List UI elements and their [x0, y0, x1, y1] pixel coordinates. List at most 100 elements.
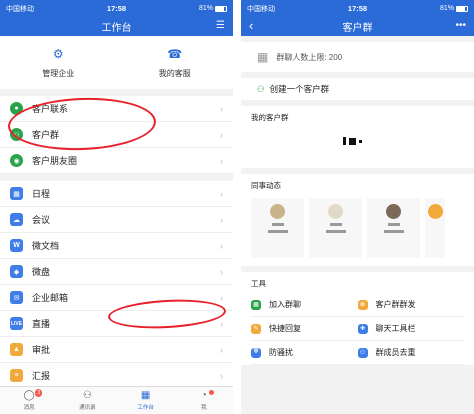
- colleague-moments-section: 同事动态: [241, 174, 474, 266]
- tab-contacts[interactable]: ⚇ 通讯录: [58, 387, 116, 414]
- create-group-button[interactable]: ⚇ 创建一个客户群: [241, 78, 474, 100]
- tools-section: 工具 ▦ 加入群聊 ⊚ 客户群群发 ✎ 快捷回复 ✚ 聊天工具栏 ⛨ 防骚扰 ⚇ 群成员去重: [241, 272, 474, 365]
- tab-workbench[interactable]: ▦ 工作台: [117, 387, 175, 414]
- section-title: 同事动态: [251, 181, 281, 190]
- page-title: 客户群: [342, 23, 373, 34]
- moment-card[interactable]: [251, 198, 304, 258]
- notification-dot: [209, 390, 214, 395]
- tile-label: 我的客服: [158, 68, 191, 78]
- chevron-right-icon: ›: [220, 370, 223, 381]
- message-icon: ◯: [23, 390, 35, 401]
- approve-icon: ▲: [10, 343, 23, 356]
- chevron-right-icon: ›: [220, 103, 223, 114]
- tab-bar: ◯ 消息 3 ⚇ 通讯录 ▦ 工作台 ◔ 我: [0, 386, 233, 414]
- tab-label: 消息: [23, 405, 35, 411]
- chevron-right-icon: ›: [220, 318, 223, 329]
- tab-messages[interactable]: ◯ 消息 3: [0, 387, 58, 414]
- headset-icon: ☎: [167, 46, 183, 61]
- person-icon: ◔: [200, 390, 207, 401]
- tool-quick-reply[interactable]: ✎ 快捷回复: [251, 317, 358, 341]
- list-item-label: 会议: [32, 215, 51, 225]
- create-group-label: 创建一个客户群: [269, 84, 330, 94]
- aperture-icon: ◉: [10, 154, 23, 167]
- avatar: [427, 204, 443, 219]
- list-item-meeting[interactable]: ☁ 会议 ›: [0, 207, 233, 233]
- chevron-right-icon: ›: [220, 129, 223, 140]
- list-item-label: 汇报: [32, 371, 51, 381]
- avatar: [386, 204, 401, 219]
- list-item-label: 日程: [32, 189, 51, 199]
- qr-icon: ▦: [251, 299, 261, 310]
- shield-icon: ⛨: [251, 347, 261, 358]
- contacts-icon: ⚇: [82, 390, 92, 401]
- tool-label: 聊天工具栏: [375, 324, 416, 333]
- tool-label: 快捷回复: [269, 324, 301, 333]
- group-limit-row: ▦ 群聊人数上限: 200: [241, 42, 474, 72]
- quick-reply-icon: ✎: [251, 323, 261, 334]
- my-groups-section: 我的客户群: [241, 106, 474, 168]
- list-item-disk[interactable]: ◆ 微盘 ›: [0, 259, 233, 285]
- status-bar: 中国移动 17:58 81%: [241, 0, 474, 17]
- tool-label: 群成员去重: [375, 348, 416, 357]
- add-person-icon: ⚇: [257, 83, 265, 94]
- list-item-label: 客户朋友圈: [32, 156, 78, 166]
- chevron-right-icon: ›: [220, 344, 223, 355]
- live-icon: LIVE: [10, 317, 23, 330]
- cloud-icon: ☁: [10, 213, 23, 226]
- avatar: [270, 204, 285, 219]
- time-label: 17:58: [347, 4, 368, 13]
- grid-icon: ▦: [140, 390, 151, 401]
- page-title: 工作台: [101, 23, 132, 34]
- apps-list: ▦ 日程 › ☁ 会议 › W 微文档 › ◆ 微盘 › ✉ 企业邮箱 › LIVE 直播 › ▲ 审批 ›…: [0, 181, 233, 389]
- customer-group-screen: 中国移动 17:58 81% ‹ 客户群 ••• ▦ 群聊人数上限: 200 ⚇…: [241, 0, 474, 414]
- chevron-right-icon: ›: [220, 292, 223, 303]
- my-service-tile[interactable]: ☎ 我的客服: [117, 36, 234, 89]
- status-bar: 中国移动 17:58 81%: [0, 0, 233, 17]
- tool-join-group[interactable]: ▦ 加入群聊: [251, 293, 358, 317]
- chevron-right-icon: ›: [220, 266, 223, 277]
- top-tiles: ⚙ 管理企业 ☎ 我的客服: [0, 36, 233, 89]
- manage-company-tile[interactable]: ⚙ 管理企业: [0, 36, 117, 89]
- blurred-group-entry[interactable]: [343, 137, 464, 145]
- tool-chat-toolbar[interactable]: ✚ 聊天工具栏: [357, 317, 464, 341]
- grid-icon: ▦: [257, 50, 269, 64]
- tool-label: 客户群群发: [375, 300, 416, 309]
- moment-card[interactable]: [425, 198, 445, 258]
- disk-icon: ◆: [10, 265, 23, 278]
- moment-card[interactable]: [309, 198, 362, 258]
- tool-group-broadcast[interactable]: ⊚ 客户群群发: [357, 293, 464, 317]
- time-label: 17:58: [106, 4, 127, 13]
- calendar-icon: ▦: [10, 187, 23, 200]
- list-item-calendar[interactable]: ▦ 日程 ›: [0, 181, 233, 207]
- list-item-docs[interactable]: W 微文档 ›: [0, 233, 233, 259]
- chevron-right-icon: ›: [220, 188, 223, 199]
- chevron-right-icon: ›: [220, 155, 223, 166]
- back-icon[interactable]: ‹: [249, 18, 253, 33]
- section-title: 工具: [251, 279, 266, 288]
- moment-card[interactable]: [367, 198, 420, 258]
- tab-label: 通讯录: [79, 405, 96, 411]
- doc-icon: W: [10, 239, 23, 252]
- list-item-label: 审批: [32, 345, 51, 355]
- section-title: 我的客户群: [251, 113, 289, 122]
- tool-label: 加入群聊: [269, 300, 301, 309]
- tool-anti-harass[interactable]: ⛨ 防骚扰: [251, 341, 358, 365]
- list-item-approval[interactable]: ▲ 审批 ›: [0, 337, 233, 363]
- list-item-customer-moments[interactable]: ◉ 客户朋友圈 ›: [0, 148, 233, 174]
- battery-icon: [456, 5, 468, 12]
- mail-icon: ✉: [10, 291, 23, 304]
- chevron-right-icon: ›: [220, 240, 223, 251]
- broadcast-icon: ⊚: [357, 299, 368, 310]
- sliders-icon: ⚙: [52, 46, 64, 61]
- settings-sliders-icon[interactable]: ☰: [216, 20, 225, 31]
- tool-label: 防骚扰: [269, 348, 293, 357]
- unread-badge: 3: [35, 389, 43, 397]
- tool-dedupe-members[interactable]: ⚇ 群成员去重: [357, 341, 464, 365]
- list-item-label: 微文档: [32, 241, 60, 251]
- dedupe-icon: ⚇: [357, 347, 368, 358]
- workbench-screen: 中国移动 17:58 81% 工作台 ☰ ⚙ 管理企业 ☎ 我的客服 ● 客户联…: [0, 0, 233, 414]
- limit-text: 群聊人数上限: 200: [276, 52, 343, 62]
- more-icon[interactable]: •••: [455, 20, 466, 31]
- avatar: [328, 204, 343, 219]
- tab-me[interactable]: ◔ 我: [175, 387, 233, 414]
